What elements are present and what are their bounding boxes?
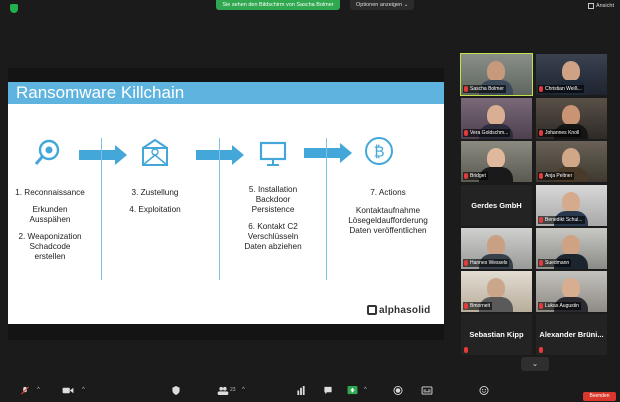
shield-icon [172,386,180,395]
step-detail: Schadcode [29,242,71,251]
chat-bubble-icon [324,386,332,395]
alphasolid-logo: alphasolid [367,303,430,317]
participant-tile[interactable]: Vera Goldschm... [461,98,532,139]
participant-tile[interactable]: Gerdes GmbH [461,185,532,226]
share-screen-icon [347,386,358,395]
participant-tile[interactable]: Sebastian Kipp [461,314,532,355]
participant-name: Bmorneit [470,303,491,309]
participant-name: Johannes Knoll [545,130,580,136]
meeting-toolbar: ^ ^ 23 ^ ^ [0,384,620,402]
record-icon [393,386,403,395]
step-detail: erstellen [34,252,66,261]
participant-tile[interactable]: Sascha Bolmer [460,53,533,96]
arrow-right-icon [196,145,244,165]
bar-chart-icon [297,386,305,395]
muted-mic-icon [464,347,468,353]
monitor-icon [259,141,287,166]
step-heading: 6. Kontakt C2 [248,222,298,231]
participant-name: Christian Weiß... [545,86,582,92]
grid-view-icon [587,2,594,9]
participant-tile[interactable]: Hannes Wessels [461,228,532,269]
participant-name: Anja Peltner [545,173,573,179]
captions-icon [421,386,433,395]
participants-icon [217,386,229,395]
security-shield-icon[interactable] [10,4,18,13]
bitcoin-icon: ₿ [365,137,393,165]
participant-tile[interactable]: Suedmann [536,228,607,269]
slide-top-band [8,68,444,82]
step-heading: 5. Installation [248,185,298,194]
participant-count: 23 [230,387,236,393]
participant-name: Suedmann [545,260,570,266]
killchain-step-2: 3. Zustellung 4. Exploitation [115,188,195,215]
step-detail: Persistence [251,205,295,214]
reconnaissance-bug-icon [34,139,60,165]
arrow-right-icon [304,143,352,163]
logo-text: alphasolid [379,304,431,316]
muted-mic-icon [539,347,543,353]
step-detail: Ausspähen [29,215,71,224]
end-meeting-button[interactable]: Beenden [583,392,616,401]
participant-tile[interactable]: Anja Peltner [536,141,607,182]
view-options-menu[interactable]: Optionen anzeigen ⌄ [350,0,415,10]
participant-tile[interactable]: Benedikt Schul... [536,185,607,226]
step-detail: Backdoor [255,195,291,204]
step-heading: 2. Weaponization [18,232,82,241]
participant-tile[interactable]: Bmorneit [461,271,532,312]
caret-up-icon[interactable]: ^ [364,386,367,395]
participant-tile[interactable]: Johannes Knoll [536,98,607,139]
top-bar: Sie sehen den Bildschirm von Sascha Bolm… [0,0,620,14]
participant-tile[interactable]: Lukas Augustin [536,271,607,312]
step-heading: 1. Reconnaissance [15,188,85,197]
email-icon [142,138,168,166]
view-button[interactable]: Ansicht [587,2,614,11]
slide-title: Ransomware Killchain [16,83,185,102]
step-heading: 4. Exploitation [129,205,181,214]
participant-tile[interactable]: Bridget [461,141,532,182]
column-divider [326,138,327,280]
participant-name: Alexander Brüni... [539,330,604,339]
camera-icon [62,387,74,394]
caret-up-icon[interactable]: ^ [242,386,245,395]
slide-bottom-band [8,324,444,340]
step-heading: 7. Actions [370,188,406,197]
gallery-next-page-button[interactable]: ⌄ [521,357,549,371]
step-detail: Daten abziehen [244,242,302,251]
participant-tile[interactable]: Alexander Brüni... [536,314,607,355]
step-detail: Lösegeldaufforderung [348,216,428,225]
step-detail: Erkunden [32,205,68,214]
participant-name: Sascha Bolmer [470,86,504,92]
view-label: Ansicht [595,3,614,9]
killchain-step-3: 5. Installation Backdoor Persistence 6. … [233,185,313,252]
caret-up-icon[interactable]: ^ [37,386,40,395]
killchain-step-1: 1. Reconnaissance Erkunden Ausspähen 2. … [10,188,90,262]
screen-share-banner: Sie sehen den Bildschirm von Sascha Bolm… [216,0,340,10]
step-detail: Daten veröffentlichen [349,226,427,235]
participant-name: Vera Goldschm... [470,130,509,136]
step-detail: Kontaktaufnahme [355,206,421,215]
logo-mark-icon [367,305,377,315]
participant-name: Gerdes GmbH [471,201,522,210]
zoom-meeting-window: Sie sehen den Bildschirm von Sascha Bolm… [0,0,620,402]
step-heading: 3. Zustellung [131,188,179,197]
participant-name: Hannes Wessels [470,260,508,266]
caret-up-icon[interactable]: ^ [82,386,85,395]
smiley-icon [479,386,489,395]
participant-name: Benedikt Schul... [545,217,583,223]
svg-text:₿: ₿ [373,143,384,161]
participant-name: Lukas Augustin [545,303,579,309]
microphone-muted-icon [21,386,29,395]
participant-name: Bridget [470,173,486,179]
step-detail: Verschlüsseln [247,232,299,241]
participant-tile[interactable]: Christian Weiß... [536,54,607,95]
participant-name: Sebastian Kipp [469,330,524,339]
column-divider [101,138,102,280]
arrow-right-icon [79,145,127,165]
column-divider [219,138,220,280]
killchain-step-4: 7. Actions Kontaktaufnahme Lösegeldauffo… [338,188,438,236]
